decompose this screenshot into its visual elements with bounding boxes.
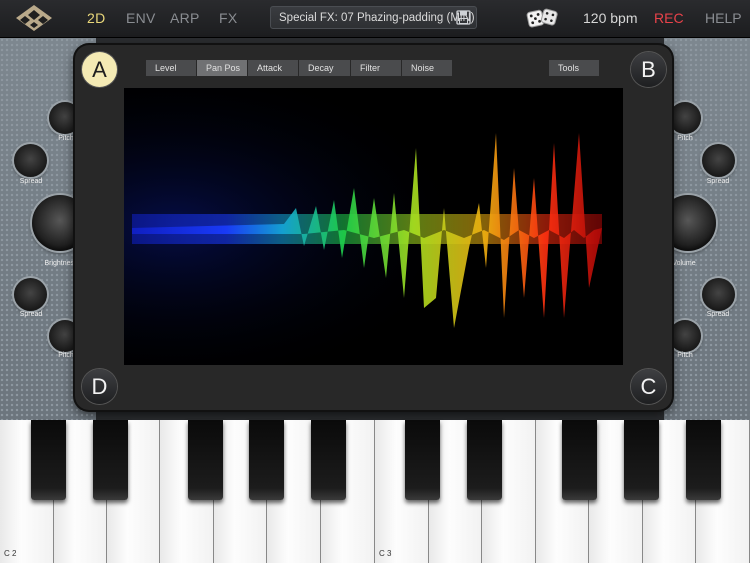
black-key[interactable] xyxy=(249,420,284,500)
black-key[interactable] xyxy=(562,420,597,500)
waveform-display[interactable] xyxy=(124,88,623,365)
diamond-logo-icon[interactable] xyxy=(14,4,54,32)
black-key[interactable] xyxy=(31,420,66,500)
corner-a-button[interactable]: A xyxy=(82,52,117,87)
nav-fx[interactable]: FX xyxy=(219,10,238,26)
help-button[interactable]: HELP xyxy=(705,10,742,26)
black-key[interactable] xyxy=(686,420,721,500)
black-key[interactable] xyxy=(311,420,346,500)
tab-filter[interactable]: Filter xyxy=(351,60,401,76)
note-label-c3: C 3 xyxy=(379,549,392,558)
knob-label: Spread xyxy=(19,311,43,318)
spread-knob-left-top[interactable] xyxy=(14,144,47,177)
pitch-knob-right-top[interactable] xyxy=(669,102,701,134)
nav-env[interactable]: ENV xyxy=(126,10,156,26)
tab-pan-pos[interactable]: Pan Pos xyxy=(197,60,247,76)
black-key[interactable] xyxy=(624,420,659,500)
corner-d-button[interactable]: D xyxy=(82,369,117,404)
tools-button[interactable]: Tools xyxy=(549,60,599,76)
dice-icon[interactable] xyxy=(526,7,558,29)
tab-noise[interactable]: Noise xyxy=(402,60,452,76)
floppy-disk-icon[interactable] xyxy=(456,10,471,25)
black-key[interactable] xyxy=(188,420,223,500)
spread-knob-right-bottom[interactable] xyxy=(702,278,735,311)
black-key[interactable] xyxy=(93,420,128,500)
xy-pad-panel: A B C D Level Pan Pos Attack Decay Filte… xyxy=(75,45,672,410)
nav-2d[interactable]: 2D xyxy=(87,10,106,26)
corner-b-button[interactable]: B xyxy=(631,52,666,87)
spread-knob-right-top[interactable] xyxy=(702,144,735,177)
top-bar: 2D ENV ARP FX Special FX: 07 Phazing-pad… xyxy=(0,0,750,38)
piano-keyboard xyxy=(0,420,750,563)
knob-label: Spread xyxy=(706,178,730,185)
knob-label: Spread xyxy=(19,178,43,185)
black-key[interactable] xyxy=(467,420,502,500)
nav-arp[interactable]: ARP xyxy=(170,10,200,26)
corner-c-button[interactable]: C xyxy=(631,369,666,404)
black-key[interactable] xyxy=(405,420,440,500)
preset-selector[interactable]: Special FX: 07 Phazing-padding (MiN) xyxy=(270,6,477,29)
record-button[interactable]: REC xyxy=(654,10,684,26)
spread-knob-left-bottom[interactable] xyxy=(14,278,47,311)
tab-level[interactable]: Level xyxy=(146,60,196,76)
spectrum-waveform xyxy=(124,88,623,365)
right-knob-panel: Pitch Spread Volume Spread Pitch xyxy=(660,38,750,420)
pitch-knob-right-bottom[interactable] xyxy=(669,320,701,352)
preset-name: Special FX: 07 Phazing-padding (MiN) xyxy=(279,12,475,24)
tab-attack[interactable]: Attack xyxy=(248,60,298,76)
tab-decay[interactable]: Decay xyxy=(299,60,350,76)
knob-label: Spread xyxy=(706,311,730,318)
note-label-c2: C 2 xyxy=(4,549,17,558)
tempo-display[interactable]: 120 bpm xyxy=(583,10,637,26)
